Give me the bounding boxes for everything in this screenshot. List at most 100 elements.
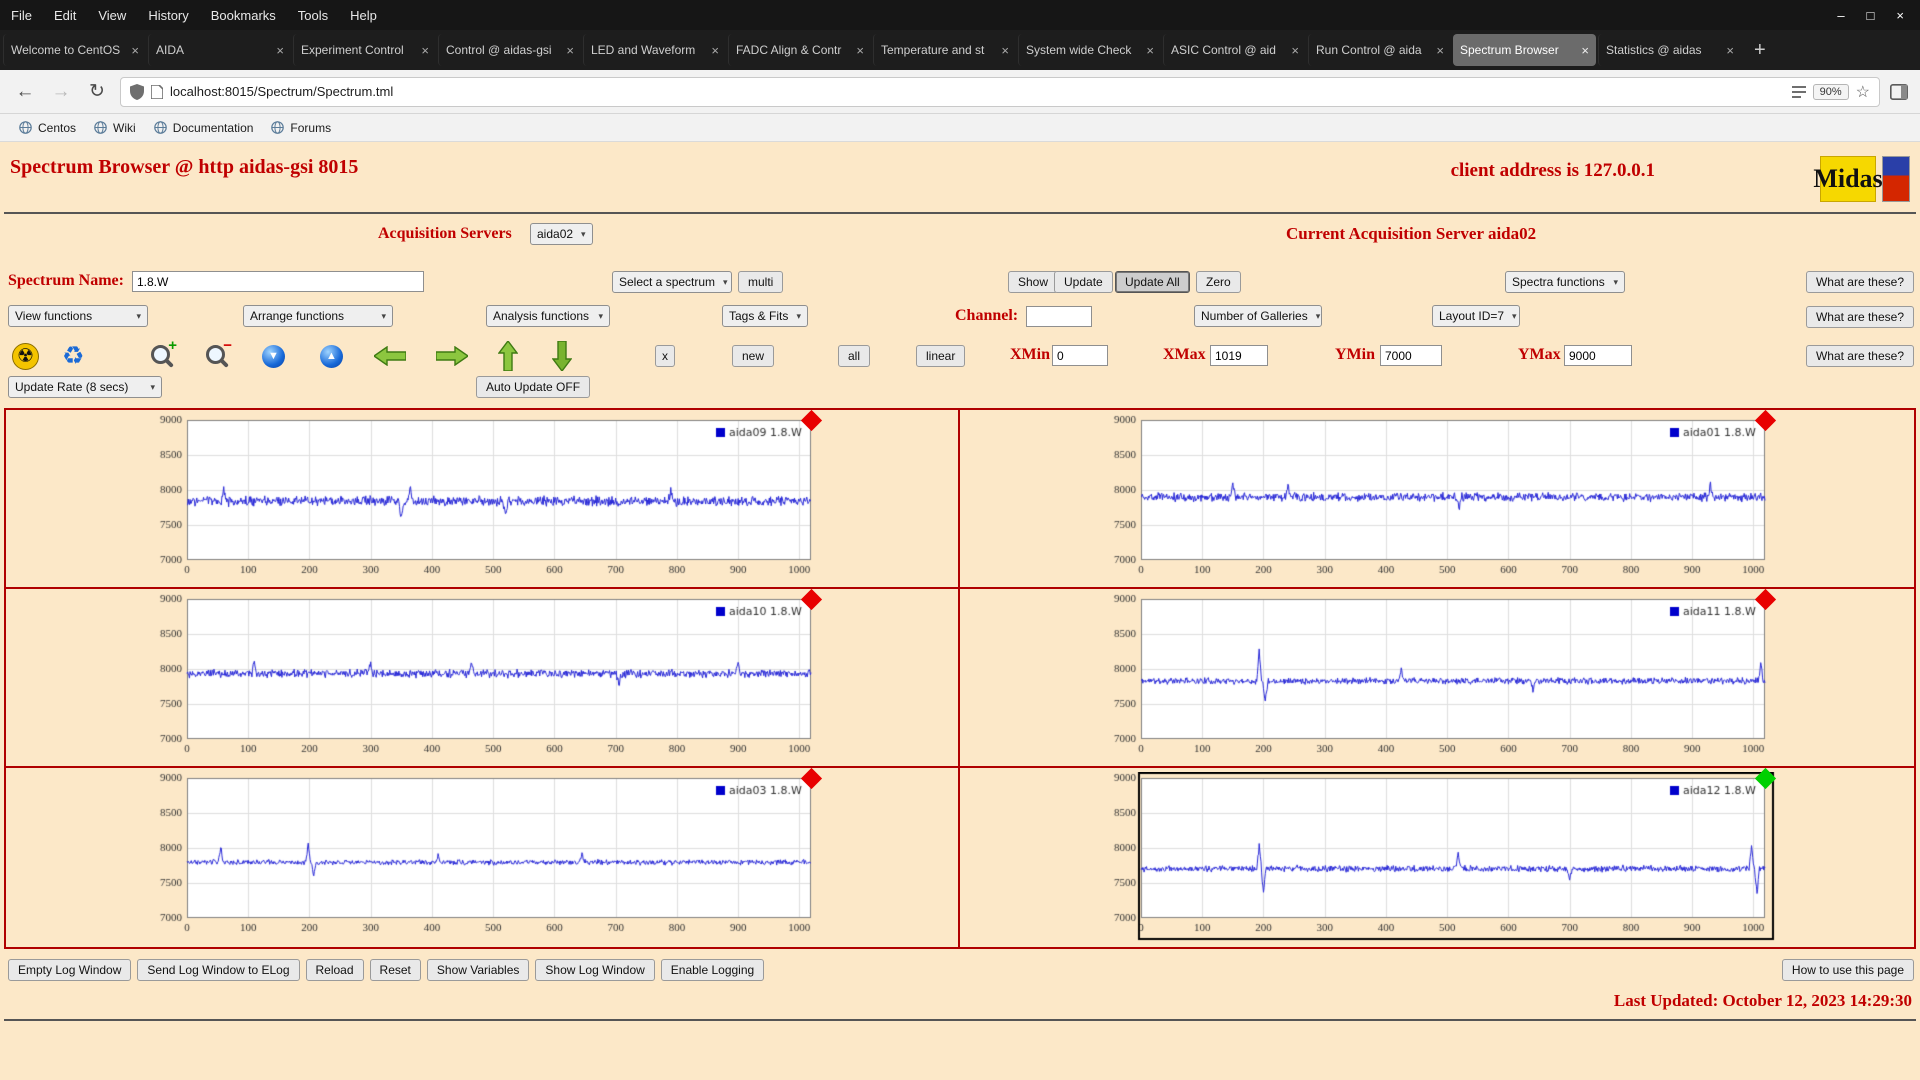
what-are-these-button[interactable]: What are these?	[1805, 306, 1914, 328]
what-are-these-button[interactable]: What are these?	[1805, 345, 1914, 367]
reload-button[interactable]: Reload	[305, 959, 364, 981]
spectrum-chart[interactable]	[141, 414, 841, 586]
menu-file[interactable]: File	[0, 8, 43, 23]
tab-close-icon[interactable]: ×	[566, 43, 574, 58]
multi-button[interactable]: multi	[738, 271, 784, 293]
forward-icon[interactable]: →	[48, 81, 74, 103]
how-to-use-button[interactable]: How to use this page	[1781, 959, 1914, 981]
tab-close-icon[interactable]: ×	[711, 43, 719, 58]
spectrum-chart[interactable]	[1095, 414, 1795, 586]
zoom-level-badge[interactable]: 90%	[1812, 83, 1849, 100]
show-variables-button[interactable]: Show Variables	[426, 959, 530, 981]
circle-arrow-down-button[interactable]: ▼	[262, 340, 285, 372]
tab-experiment-control[interactable]: Experiment Control ×	[293, 34, 436, 66]
tab-aida[interactable]: AIDA ×	[148, 34, 291, 66]
show-button[interactable]: Show	[1008, 271, 1059, 293]
tab-control[interactable]: Control @ aidas-gsi ×	[438, 34, 581, 66]
auto-update-button[interactable]: Auto Update OFF	[476, 376, 591, 398]
refresh-button[interactable]: ♻	[62, 340, 84, 372]
tab-statistics[interactable]: Statistics @ aidas ×	[1598, 34, 1741, 66]
new-button[interactable]: new	[732, 345, 775, 367]
all-button[interactable]: all	[838, 345, 871, 367]
maximize-icon[interactable]: □	[1867, 8, 1875, 23]
move-right-button[interactable]	[436, 340, 468, 372]
update-rate-dropdown[interactable]: Update Rate (8 secs) ▾	[8, 376, 162, 398]
tab-led-waveform[interactable]: LED and Waveform ×	[583, 34, 726, 66]
tab-run-control[interactable]: Run Control @ aida ×	[1308, 34, 1451, 66]
tab-fadc-align[interactable]: FADC Align & Contr ×	[728, 34, 871, 66]
xmin-input[interactable]	[1052, 345, 1108, 366]
circle-arrow-up-button[interactable]: ▲	[320, 340, 343, 372]
spectrum-chart[interactable]	[1095, 593, 1795, 765]
zoom-out-button[interactable]: −	[205, 337, 232, 372]
select-spectrum-dropdown[interactable]: Select a spectrum ▾	[612, 271, 732, 293]
ymin-input[interactable]	[1380, 345, 1442, 366]
send-log-to-elog-button[interactable]: Send Log Window to ELog	[137, 959, 300, 981]
back-icon[interactable]: ←	[12, 81, 38, 103]
page-info-icon[interactable]	[151, 84, 163, 99]
url-bar[interactable]: localhost:8015/Spectrum/Spectrum.tml 90%…	[120, 76, 1880, 107]
linear-button[interactable]: linear	[916, 345, 966, 367]
tab-close-icon[interactable]: ×	[856, 43, 864, 58]
bookmark-wiki[interactable]: Wiki	[85, 119, 145, 137]
update-all-button[interactable]: Update All	[1115, 271, 1190, 293]
spectrum-chart[interactable]	[141, 772, 841, 944]
reader-mode-icon[interactable]	[1791, 85, 1806, 98]
menu-tools[interactable]: Tools	[287, 8, 339, 23]
url-text[interactable]: localhost:8015/Spectrum/Spectrum.tml	[170, 84, 1785, 99]
update-button[interactable]: Update	[1054, 271, 1113, 293]
channel-input[interactable]	[1026, 306, 1092, 327]
what-are-these-button[interactable]: What are these?	[1805, 271, 1914, 293]
close-icon[interactable]: ×	[1896, 8, 1904, 23]
tab-close-icon[interactable]: ×	[1291, 43, 1299, 58]
menu-edit[interactable]: Edit	[43, 8, 87, 23]
bookmark-forums[interactable]: Forums	[262, 119, 340, 137]
tab-close-icon[interactable]: ×	[131, 43, 139, 58]
tab-temperature[interactable]: Temperature and st ×	[873, 34, 1016, 66]
tab-close-icon[interactable]: ×	[1146, 43, 1154, 58]
layout-id-dropdown[interactable]: Layout ID=7 ▾	[1432, 305, 1520, 327]
sidebar-icon[interactable]	[1890, 83, 1908, 100]
move-up-button[interactable]	[498, 340, 518, 372]
menu-help[interactable]: Help	[339, 8, 388, 23]
analysis-functions-dropdown[interactable]: Analysis functions ▾	[486, 305, 610, 327]
tab-close-icon[interactable]: ×	[1726, 43, 1734, 58]
tab-close-icon[interactable]: ×	[276, 43, 284, 58]
bookmark-centos[interactable]: Centos	[10, 119, 85, 137]
new-tab-button[interactable]: +	[1742, 39, 1778, 62]
tab-close-icon[interactable]: ×	[1436, 43, 1444, 58]
tags-fits-dropdown[interactable]: Tags & Fits ▾	[722, 305, 808, 327]
tab-system-check[interactable]: System wide Check ×	[1018, 34, 1161, 66]
x-button[interactable]: x	[655, 345, 675, 367]
spectrum-chart[interactable]	[141, 593, 841, 765]
tab-close-icon[interactable]: ×	[1001, 43, 1009, 58]
spectra-functions-dropdown[interactable]: Spectra functions ▾	[1505, 271, 1625, 293]
bookmark-star-icon[interactable]: ☆	[1856, 82, 1870, 102]
menu-bookmarks[interactable]: Bookmarks	[200, 8, 287, 23]
arrange-functions-dropdown[interactable]: Arrange functions ▾	[243, 305, 393, 327]
move-left-button[interactable]	[374, 340, 406, 372]
spectrum-name-input[interactable]	[132, 271, 424, 292]
menu-history[interactable]: History	[137, 8, 199, 23]
tab-asic-control[interactable]: ASIC Control @ aid ×	[1163, 34, 1306, 66]
reset-button[interactable]: Reset	[369, 959, 421, 981]
minimize-icon[interactable]: –	[1837, 8, 1844, 23]
enable-logging-button[interactable]: Enable Logging	[660, 959, 765, 981]
tab-spectrum-browser[interactable]: Spectrum Browser ×	[1453, 34, 1596, 66]
show-log-window-button[interactable]: Show Log Window	[535, 959, 655, 981]
tab-welcome[interactable]: Welcome to CentOS ×	[3, 34, 146, 66]
reload-icon[interactable]: ↻	[84, 80, 110, 103]
tab-close-icon[interactable]: ×	[421, 43, 429, 58]
number-of-galleries-dropdown[interactable]: Number of Galleries ▾	[1194, 305, 1322, 327]
radiation-button[interactable]: ☢	[12, 340, 39, 372]
move-down-button[interactable]	[552, 340, 572, 372]
acquisition-server-select[interactable]: aida02 ▾	[530, 223, 593, 245]
tab-close-icon[interactable]: ×	[1581, 43, 1589, 58]
shield-icon[interactable]	[130, 83, 144, 100]
zoom-in-button[interactable]: +	[150, 337, 177, 372]
bookmark-documentation[interactable]: Documentation	[145, 119, 263, 137]
spectrum-chart[interactable]	[1095, 772, 1795, 944]
menu-view[interactable]: View	[87, 8, 137, 23]
empty-log-window-button[interactable]: Empty Log Window	[8, 959, 132, 981]
xmax-input[interactable]	[1210, 345, 1268, 366]
